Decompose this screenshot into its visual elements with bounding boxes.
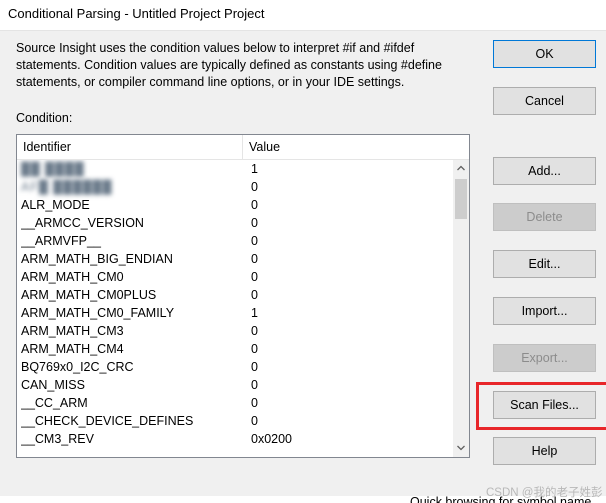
list-rows: ██ ████ 1 AF█ ██████ 0 ALR_MODE 0 __ARMCC_VERS… [17,160,453,457]
value-cell: 0 [251,342,258,356]
value-cell: 1 [251,306,258,320]
description-text: Source Insight uses the condition values… [16,41,442,89]
value-cell: 0 [251,396,258,410]
identifier-cell: ██ ████ [21,162,85,176]
identifier-cell: __CC_ARM [21,396,88,410]
highlight-box [476,382,606,430]
edit-button[interactable]: Edit... [493,250,596,278]
list-header: Identifier Value [17,135,469,160]
table-row[interactable]: __CM3_REV 0x0200 [17,430,453,448]
value-cell: 0 [251,414,258,428]
scroll-down-button[interactable] [453,440,469,457]
identifier-cell: ARM_MATH_CM0 [21,270,124,284]
value-cell: 0 [251,198,258,212]
identifier-cell: ALR_MODE [21,198,90,212]
identifier-cell: ARM_MATH_CM3 [21,324,124,338]
delete-button[interactable]: Delete [493,203,596,231]
table-row[interactable]: ARM_MATH_BIG_ENDIAN 0 [17,250,453,268]
import-button[interactable]: Import... [493,297,596,325]
value-cell: 0 [251,378,258,392]
title-bar: Conditional Parsing - Untitled Project P… [0,0,606,31]
value-cell: 0 [251,270,258,284]
table-row[interactable]: __ARMCC_VERSION 0 [17,214,453,232]
ok-button[interactable]: OK [493,40,596,68]
table-row[interactable]: ARM_MATH_CM4 0 [17,340,453,358]
table-row[interactable]: ARM_MATH_CM0PLUS 0 [17,286,453,304]
identifier-cell: ARM_MATH_BIG_ENDIAN [21,252,173,266]
value-cell: 0 [251,216,258,230]
identifier-cell: CAN_MISS [21,378,85,392]
identifier-cell: ARM_MATH_CM4 [21,342,124,356]
export-button[interactable]: Export... [493,344,596,372]
value-cell: 0 [251,252,258,266]
condition-list[interactable]: Identifier Value ██ ████ 1 AF█ ██████ 0 ALR_… [16,134,470,458]
value-cell: 0 [251,234,258,248]
identifier-cell: ARM_MATH_CM0_FAMILY [21,306,175,320]
scroll-thumb[interactable] [455,179,467,219]
identifier-cell: ARM_MATH_CM0PLUS [21,288,157,302]
column-header-value[interactable]: Value [243,135,469,159]
identifier-cell: __ARMVFP__ [21,234,101,248]
watermark: CSDN @我的老子姓彭 [486,487,603,499]
table-row[interactable]: ARM_MATH_CM0 0 [17,268,453,286]
table-row[interactable]: __ARMVFP__ 0 [17,232,453,250]
table-row[interactable]: AF█ ██████ 0 [17,178,453,196]
cancel-button[interactable]: Cancel [493,87,596,115]
table-row[interactable]: ARM_MATH_CM0_FAMILY 1 [17,304,453,322]
table-row[interactable]: BQ769x0_I2C_CRC 0 [17,358,453,376]
table-row[interactable]: CAN_MISS 0 [17,376,453,394]
identifier-cell: BQ769x0_I2C_CRC [21,360,134,374]
identifier-cell: __CHECK_DEVICE_DEFINES [21,414,194,428]
identifier-cell: __ARMCC_VERSION [21,216,144,230]
column-header-identifier[interactable]: Identifier [17,135,243,159]
value-cell: 0x0200 [251,432,293,446]
identifier-cell: AF█ ██████ [21,180,113,194]
table-row[interactable]: __CC_ARM 0 [17,394,453,412]
chevron-up-icon [457,165,465,171]
value-cell: 0 [251,288,258,302]
table-row[interactable]: __CHECK_DEVICE_DEFINES 0 [17,412,453,430]
vertical-scrollbar[interactable] [453,160,469,457]
value-cell: 0 [251,180,258,194]
identifier-cell: __CM3_REV [21,432,94,446]
add-button[interactable]: Add... [493,157,596,185]
table-row[interactable]: ██ ████ 1 [17,160,453,178]
scroll-up-button[interactable] [453,160,469,177]
table-row[interactable]: ARM_MATH_CM3 0 [17,322,453,340]
value-cell: 0 [251,360,258,374]
help-button[interactable]: Help [493,437,596,465]
condition-label: Condition: [16,111,73,125]
value-cell: 1 [251,162,258,176]
chevron-down-icon [457,445,465,451]
value-cell: 0 [251,324,258,338]
table-row[interactable]: ALR_MODE 0 [17,196,453,214]
window-title: Conditional Parsing - Untitled Project P… [8,6,265,21]
conditional-parsing-dialog: Conditional Parsing - Untitled Project P… [0,0,606,503]
